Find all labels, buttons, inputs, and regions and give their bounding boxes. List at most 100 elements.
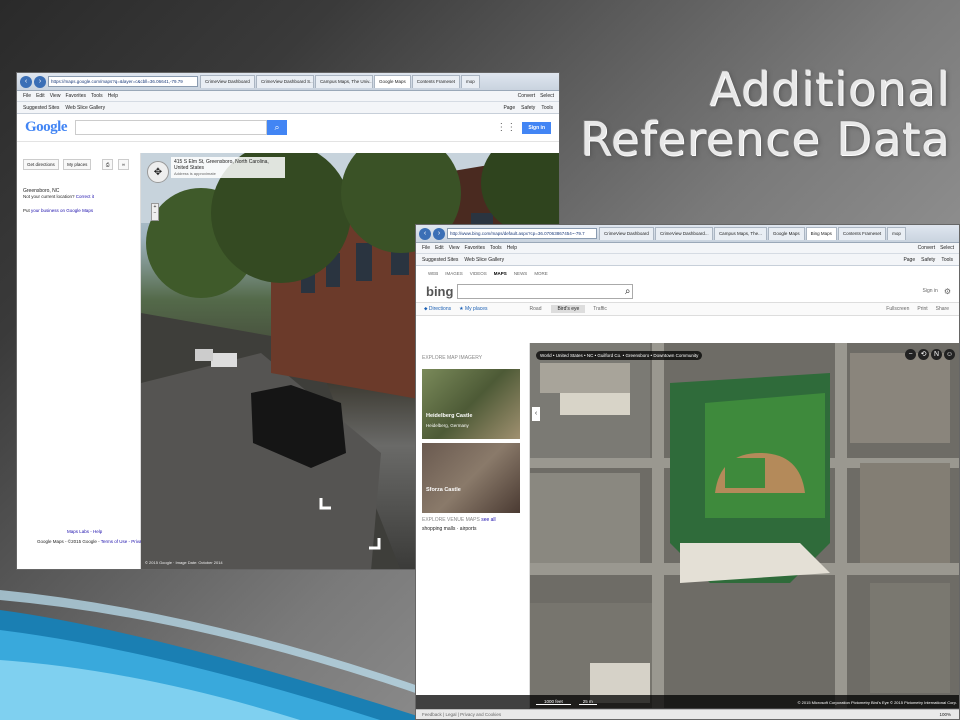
my-places-button[interactable]: My places xyxy=(63,159,92,170)
print-button[interactable]: Print xyxy=(917,306,927,312)
menu-help[interactable]: Help xyxy=(108,93,118,99)
get-directions-button[interactable]: Get directions xyxy=(23,159,59,170)
fav-web-slice[interactable]: Web Slice Gallery xyxy=(464,257,504,263)
person-icon[interactable]: ☺ xyxy=(944,349,955,360)
select-button[interactable]: Select xyxy=(940,245,954,251)
page-menu[interactable]: Page xyxy=(503,105,515,111)
see-all-link[interactable]: see all xyxy=(481,517,495,523)
my-places-link[interactable]: ★ My places xyxy=(459,306,487,312)
convert-button[interactable]: Convert xyxy=(918,245,936,251)
search-icon[interactable]: ⌕ xyxy=(267,120,287,135)
correct-it-link[interactable]: Correct it xyxy=(76,194,94,199)
nav-videos[interactable]: VIDEOS xyxy=(470,271,487,276)
tab-google-maps[interactable]: Google Maps xyxy=(767,227,805,240)
tab-google-maps[interactable]: Google Maps xyxy=(373,75,411,88)
privacy-link[interactable]: Privacy and Cookies xyxy=(460,712,501,717)
tab-crimeview-2[interactable]: CrimeView Dashboard... xyxy=(654,227,713,240)
tab-mop[interactable]: mop xyxy=(887,227,906,240)
traffic-button[interactable]: Traffic xyxy=(593,306,607,312)
back-icon[interactable]: ‹ xyxy=(419,227,431,240)
menu-view[interactable]: View xyxy=(449,245,460,251)
address-approx: Address is approximate xyxy=(174,171,216,176)
forward-icon[interactable]: › xyxy=(433,227,445,240)
menu-tools[interactable]: Tools xyxy=(91,93,103,99)
road-view-button[interactable]: Road xyxy=(530,306,542,312)
bing-sidebar: EXPLORE MAP IMAGERY Heidelberg Castle He… xyxy=(416,343,530,719)
tab-campus-maps[interactable]: Campus Maps, The Univ... xyxy=(314,75,373,88)
fav-suggested-sites[interactable]: Suggested Sites xyxy=(422,257,458,263)
rotate-icon[interactable]: ⟲ xyxy=(918,349,929,360)
nav-more[interactable]: MORE xyxy=(534,271,548,276)
sign-in-link[interactable]: Sign in xyxy=(923,288,938,294)
compass-icon[interactable]: N xyxy=(931,349,942,360)
menu-edit[interactable]: Edit xyxy=(36,93,45,99)
fav-suggested-sites[interactable]: Suggested Sites xyxy=(23,105,59,111)
menu-file[interactable]: File xyxy=(422,245,430,251)
sforza-thumbnail[interactable]: Sforza Castle xyxy=(422,443,520,513)
fullscreen-button[interactable]: Fullscreen xyxy=(886,306,909,312)
menu-tools[interactable]: Tools xyxy=(490,245,502,251)
forward-icon[interactable]: › xyxy=(34,75,46,88)
tab-mop[interactable]: mop xyxy=(460,75,480,88)
page-menu[interactable]: Page xyxy=(903,257,915,263)
back-icon[interactable]: ‹ xyxy=(20,75,32,88)
maps-labs-link[interactable]: Maps Labs - Help xyxy=(67,529,102,534)
tools-menu[interactable]: Tools xyxy=(541,105,553,111)
search-input[interactable]: ⌕ xyxy=(457,283,634,299)
menu-favorites[interactable]: Favorites xyxy=(65,93,86,99)
menu-favorites[interactable]: Favorites xyxy=(464,245,485,251)
tab-crimeview[interactable]: CrimeView Dashboard xyxy=(599,227,654,240)
birds-eye-button[interactable]: Bird's eye xyxy=(551,305,586,313)
share-button[interactable]: Share xyxy=(936,306,949,312)
legal-link[interactable]: Legal xyxy=(445,712,456,717)
menu-bar: File Edit View Favorites Tools Help Conv… xyxy=(416,243,959,254)
tab-crimeview[interactable]: CrimeView Dashboard xyxy=(200,75,255,88)
nav-news[interactable]: NEWS xyxy=(514,271,528,276)
feedback-link[interactable]: Feedback xyxy=(422,712,442,717)
bing-logo[interactable]: bing xyxy=(426,284,453,299)
select-button[interactable]: Select xyxy=(540,93,554,99)
google-logo[interactable]: Google xyxy=(25,119,68,136)
menu-edit[interactable]: Edit xyxy=(435,245,444,251)
convert-button[interactable]: Convert xyxy=(518,93,536,99)
menu-view[interactable]: View xyxy=(50,93,61,99)
collapse-sidebar-icon[interactable]: ‹ xyxy=(532,407,540,421)
menu-help[interactable]: Help xyxy=(507,245,517,251)
print-icon[interactable]: ⎙ xyxy=(101,159,114,170)
nav-web[interactable]: WEB xyxy=(428,271,438,276)
birds-eye-map[interactable]: World • United States • NC • Guilford Co… xyxy=(530,343,959,708)
nav-maps[interactable]: MAPS xyxy=(494,271,507,276)
tab-contents-frameset[interactable]: Contents Frameset xyxy=(411,75,460,88)
directions-link[interactable]: ⬥ Directions xyxy=(424,306,451,312)
safety-menu[interactable]: Safety xyxy=(521,105,535,111)
link-icon[interactable]: ∞ xyxy=(117,159,130,170)
sign-in-button[interactable]: Sign in xyxy=(522,121,551,134)
zoom-control-icon[interactable]: + − xyxy=(151,203,159,221)
fav-web-slice[interactable]: Web Slice Gallery xyxy=(65,105,105,111)
location-question: Not your current location? xyxy=(23,194,75,199)
tab-contents-frameset[interactable]: Contents Frameset xyxy=(837,227,887,240)
address-bar[interactable]: https://maps.google.com/maps?q=&layer=c&… xyxy=(48,76,198,87)
apps-grid-icon[interactable]: ⋮⋮ xyxy=(496,122,516,133)
heidelberg-thumbnail[interactable]: Heidelberg Castle Heidelberg, Germany xyxy=(422,369,520,439)
zoom-level[interactable]: 100% xyxy=(939,712,951,717)
tools-menu[interactable]: Tools xyxy=(941,257,953,263)
tab-campus-maps[interactable]: Campus Maps, The... xyxy=(713,227,767,240)
terms-link[interactable]: Terms of Use - Privacy xyxy=(101,539,146,544)
business-link[interactable]: your business on Google Maps xyxy=(31,208,93,213)
tab-bing-maps[interactable]: Bing Maps xyxy=(805,227,837,240)
search-input[interactable] xyxy=(75,120,267,135)
nav-images[interactable]: IMAGES xyxy=(445,271,463,276)
pan-control-icon[interactable]: ✥ xyxy=(147,161,169,183)
tab-crimeview-s[interactable]: CrimeView Dashboard S... xyxy=(255,75,314,88)
venue-links[interactable]: shopping malls · airports xyxy=(422,526,523,532)
scale-feet: 1000 feet xyxy=(536,699,571,705)
bing-header: bing ⌕ Sign in ⚙ xyxy=(416,280,959,302)
zoom-out-icon[interactable]: − xyxy=(905,349,916,360)
address-bar[interactable]: http://www.bing.com/maps/default.aspx?cp… xyxy=(447,228,597,239)
safety-menu[interactable]: Safety xyxy=(921,257,935,263)
menu-file[interactable]: File xyxy=(23,93,31,99)
search-icon[interactable]: ⌕ xyxy=(625,286,631,297)
map-breadcrumb[interactable]: World • United States • NC • Guilford Co… xyxy=(536,351,703,360)
gear-icon[interactable]: ⚙ xyxy=(944,287,951,296)
